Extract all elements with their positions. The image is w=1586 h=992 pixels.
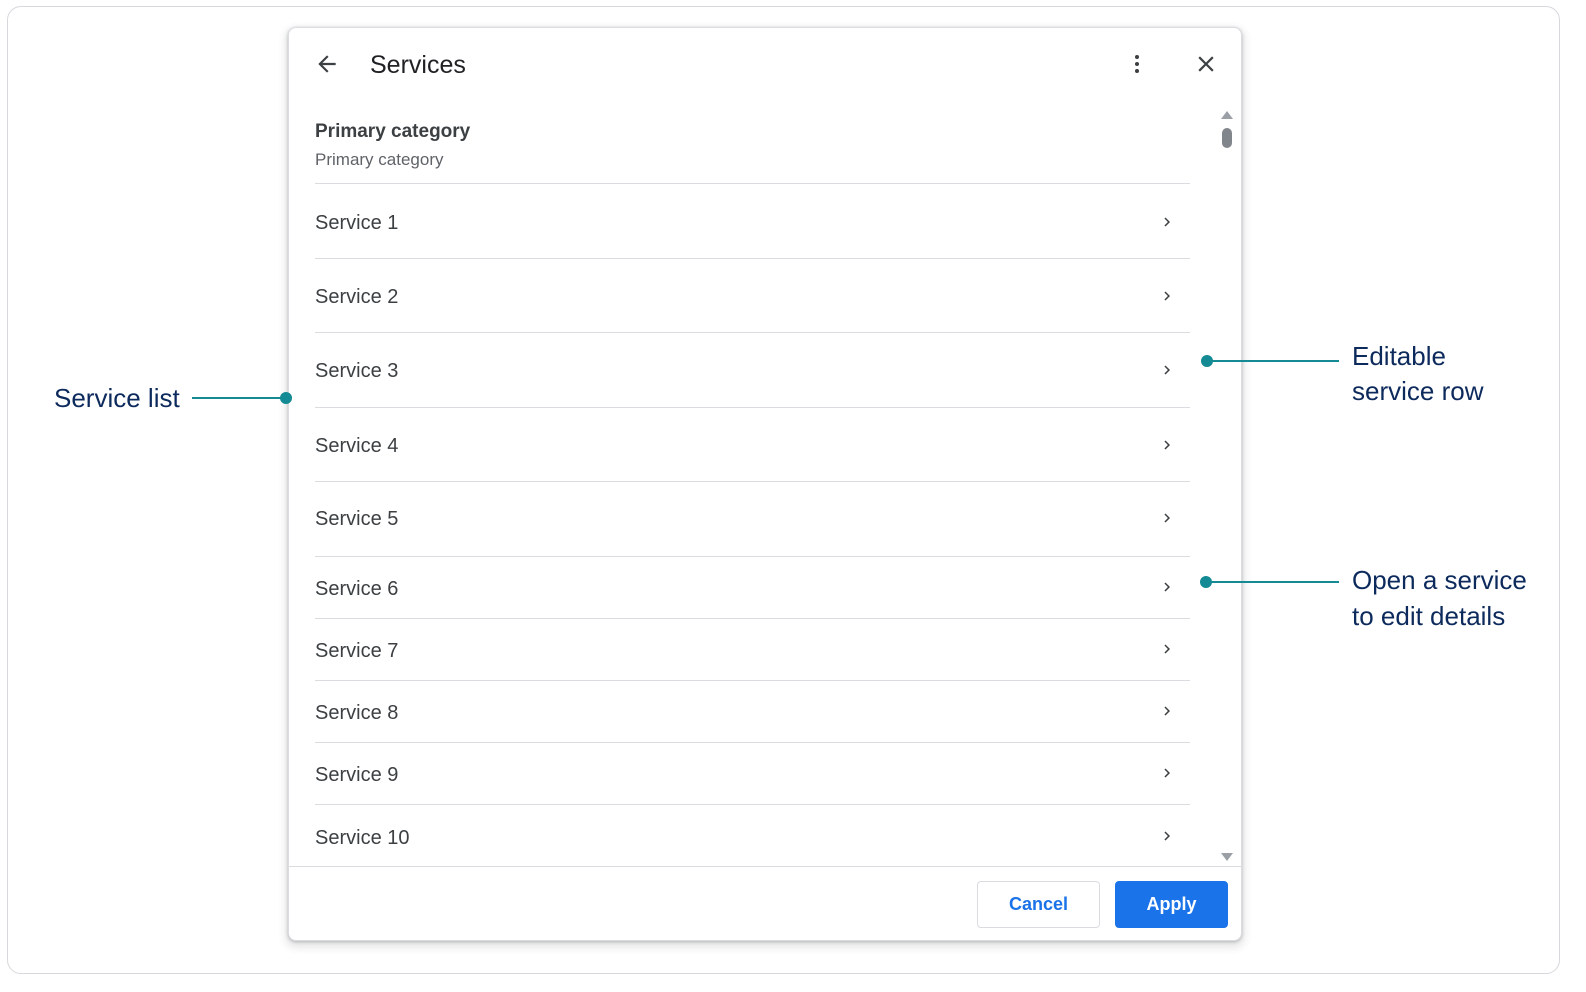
chevron-right-icon (1158, 213, 1176, 231)
more-options-button[interactable] (1117, 46, 1157, 86)
service-row[interactable]: Service 2 (315, 258, 1190, 332)
service-label: Service 5 (315, 508, 399, 530)
chevron-right-icon (1158, 640, 1176, 658)
close-icon (1193, 51, 1219, 82)
service-label: Service 4 (315, 435, 399, 457)
service-row[interactable]: Service 3 (315, 332, 1190, 407)
service-label: Service 7 (315, 640, 399, 662)
chevron-right-icon (1158, 509, 1176, 527)
more-vert-icon (1125, 52, 1149, 81)
service-row[interactable]: Service 9 (315, 742, 1190, 804)
service-label: Service 3 (315, 360, 399, 382)
close-button[interactable] (1186, 46, 1226, 86)
callout-line-service-list (192, 397, 284, 399)
service-row[interactable]: Service 5 (315, 481, 1190, 556)
chevron-right-icon (1158, 702, 1176, 720)
service-label: Service 2 (315, 286, 399, 308)
service-label: Service 6 (315, 578, 399, 600)
callout-editable-row-line1: Editable (1352, 341, 1446, 371)
callout-editable-row-line2: service row (1352, 376, 1484, 406)
service-row[interactable]: Service 10 (315, 804, 1190, 866)
chevron-right-icon (1158, 764, 1176, 782)
back-button[interactable] (307, 46, 347, 86)
primary-category-header: Primary category Primary category (315, 120, 1190, 171)
service-row[interactable]: Service 1 (315, 183, 1190, 258)
callout-line-open-service (1206, 581, 1339, 583)
service-label: Service 8 (315, 702, 399, 724)
chevron-right-icon (1158, 578, 1176, 596)
chevron-right-icon (1158, 436, 1176, 454)
service-row[interactable]: Service 4 (315, 407, 1190, 481)
chevron-right-icon (1158, 361, 1176, 379)
service-label: Service 1 (315, 212, 399, 234)
service-list: Service 1 Service 2 Service 3 Service 4 … (315, 183, 1190, 866)
service-label: Service 9 (315, 764, 399, 786)
chevron-right-icon (1158, 287, 1176, 305)
arrow-back-icon (314, 51, 340, 82)
scrollbar[interactable] (1220, 108, 1234, 864)
section-title: Primary category (315, 121, 471, 142)
service-row[interactable]: Service 8 (315, 680, 1190, 742)
dialog-footer: Cancel Apply (289, 866, 1241, 940)
callout-open-service-line2: to edit details (1352, 601, 1506, 631)
dialog-title: Services (370, 51, 466, 79)
service-row[interactable]: Service 6 (315, 556, 1190, 618)
apply-button[interactable]: Apply (1115, 881, 1228, 928)
callout-open-service-line1: Open a service (1352, 565, 1527, 595)
callout-service-list: Service list (54, 383, 180, 413)
callout-line-editable-row (1207, 360, 1339, 362)
services-dialog: Services Primary category Primary catego… (288, 27, 1242, 941)
scroll-thumb[interactable] (1222, 128, 1232, 148)
service-label: Service 10 (315, 827, 410, 849)
scroll-up-arrow-icon[interactable] (1221, 111, 1233, 119)
section-subtitle: Primary category (315, 150, 444, 169)
chevron-right-icon (1158, 827, 1176, 845)
callout-dot-service-list (280, 392, 292, 404)
cancel-button[interactable]: Cancel (977, 881, 1100, 928)
service-row[interactable]: Service 7 (315, 618, 1190, 680)
scroll-down-arrow-icon[interactable] (1221, 853, 1233, 861)
